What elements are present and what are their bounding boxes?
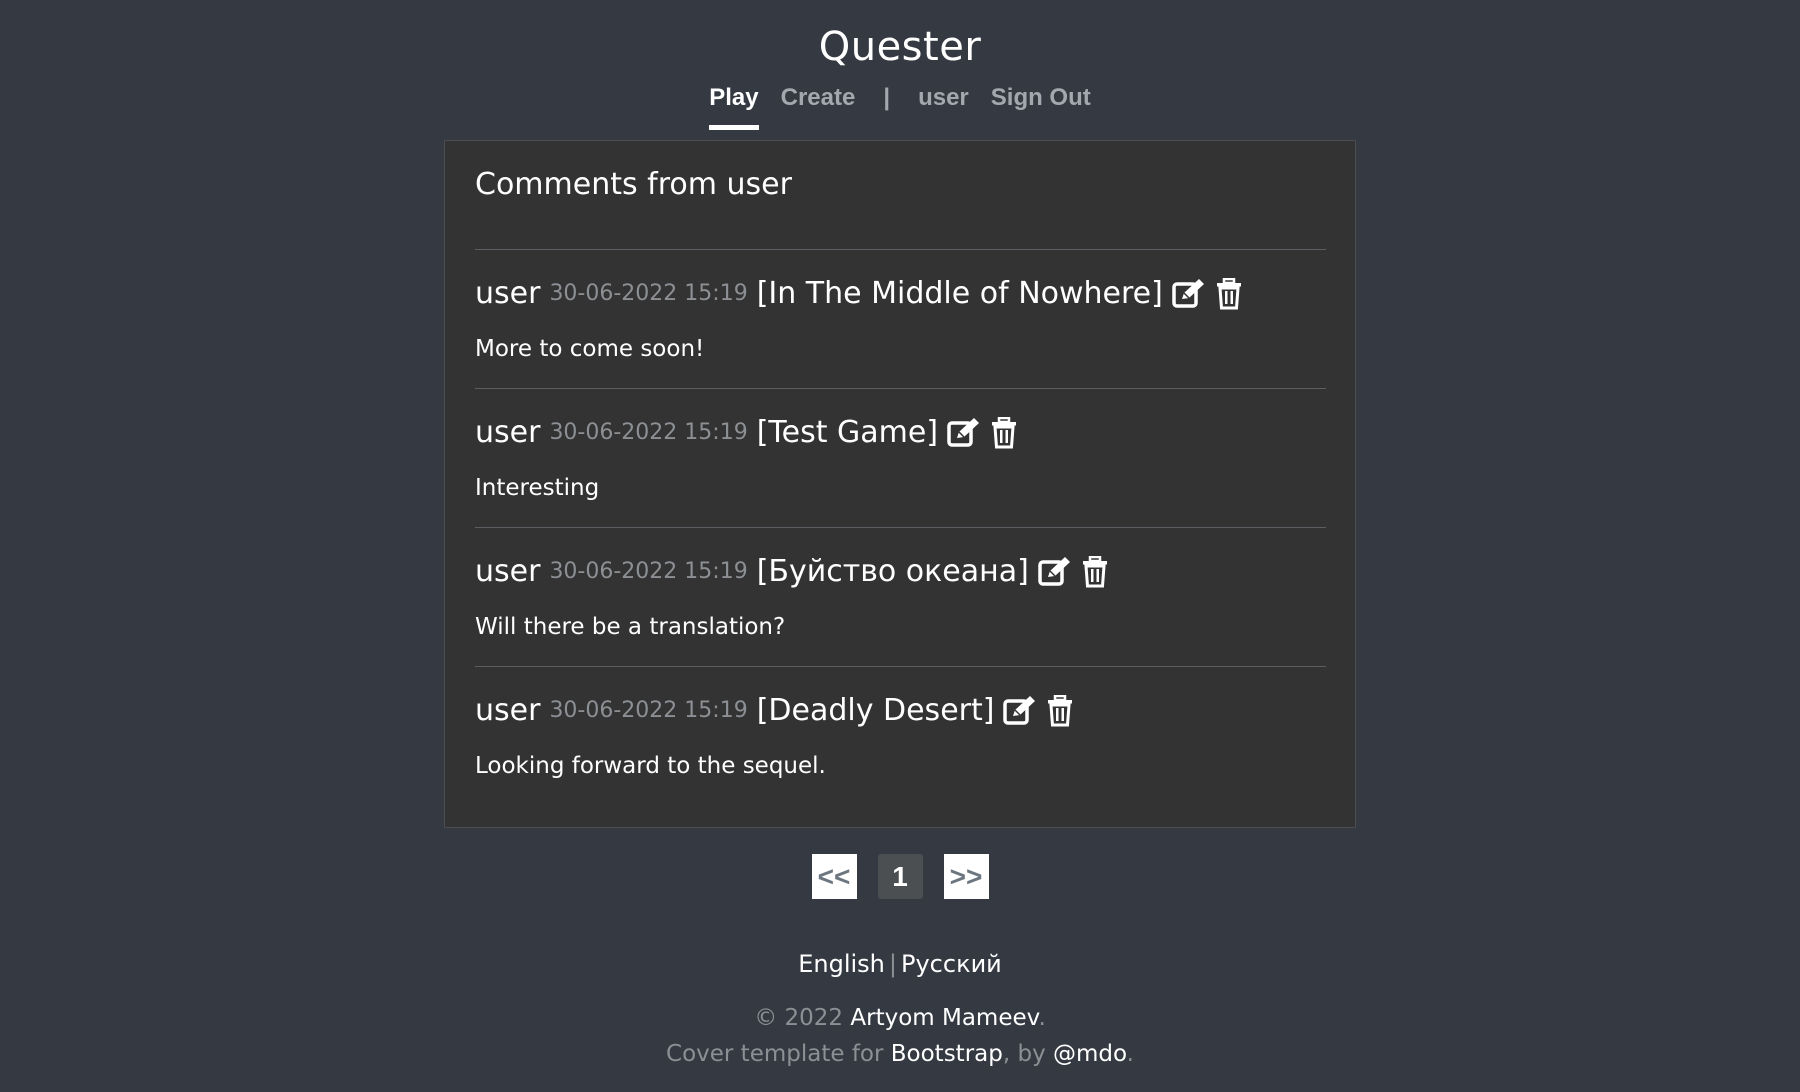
comment-date: 30-06-2022 15:19 (549, 559, 748, 584)
comment-author[interactable]: user (475, 276, 540, 311)
trash-icon[interactable] (1081, 555, 1109, 588)
comment-text: More to come soon! (475, 336, 705, 362)
next-page-button[interactable]: >> (943, 854, 989, 899)
comment-date: 30-06-2022 15:19 (549, 698, 748, 723)
comment-date: 30-06-2022 15:19 (549, 420, 748, 445)
lang-russian-link[interactable]: Русский (901, 950, 1002, 978)
comment-date: 30-06-2022 15:19 (549, 281, 748, 306)
trash-icon[interactable] (1215, 277, 1243, 310)
comment-text: Will there be a translation? (475, 614, 786, 640)
nav-sign-out[interactable]: Sign Out (991, 84, 1091, 122)
current-page[interactable]: 1 (877, 854, 923, 899)
trash-icon[interactable] (990, 416, 1018, 449)
copyright-period: . (1038, 1005, 1046, 1031)
nav-play[interactable]: Play (709, 84, 760, 130)
comment-item: user 30-06-2022 15:19 [Буйство океана] W… (475, 527, 1326, 667)
comment-author[interactable]: user (475, 415, 540, 450)
edit-icon[interactable] (946, 417, 982, 449)
comment-author[interactable]: user (475, 554, 540, 589)
main-nav: Play Create | user Sign Out (0, 84, 1800, 130)
template-credit-line: Cover template for Bootstrap, by @mdo. (0, 1036, 1800, 1072)
page-title: Comments from user (475, 167, 792, 202)
comment-game-link[interactable]: [Test Game] (757, 415, 938, 450)
comment-game-link[interactable]: [Deadly Desert] (757, 693, 995, 728)
comment-author[interactable]: user (475, 693, 540, 728)
trash-icon[interactable] (1046, 694, 1074, 727)
prev-page-button[interactable]: << (811, 854, 857, 899)
comment-item: user 30-06-2022 15:19 [Deadly Desert] Lo… (475, 666, 1326, 806)
comment-item: user 30-06-2022 15:19 [In The Middle of … (475, 249, 1326, 389)
credit-end: . (1126, 1041, 1134, 1067)
comment-item: user 30-06-2022 15:19 [Test Game] Intere… (475, 388, 1326, 528)
edit-icon[interactable] (1037, 556, 1073, 588)
mdo-link[interactable]: @mdo (1053, 1041, 1127, 1067)
author-link[interactable]: Artyom Mameev (850, 1005, 1038, 1031)
bootstrap-link[interactable]: Bootstrap (891, 1041, 1003, 1067)
copyright-line: © 2022 Artyom Mameev. (0, 1000, 1800, 1036)
comment-game-link[interactable]: [Буйство океана] (757, 554, 1029, 589)
copyright-prefix: © 2022 (754, 1005, 851, 1031)
nav-create[interactable]: Create (781, 84, 856, 122)
app-title: Quester (818, 24, 982, 70)
pagination: << 1 >> (0, 854, 1800, 899)
template-prefix: Cover template for (666, 1041, 891, 1067)
footer: © 2022 Artyom Mameev. Cover template for… (0, 1000, 1800, 1072)
comment-text: Looking forward to the sequel. (475, 753, 826, 779)
comment-game-link[interactable]: [In The Middle of Nowhere] (757, 276, 1163, 311)
comment-text: Interesting (475, 475, 600, 501)
nav-separator: | (883, 84, 891, 111)
edit-icon[interactable] (1171, 278, 1207, 310)
edit-icon[interactable] (1002, 695, 1038, 727)
language-switcher: English | Русский (0, 950, 1800, 978)
comments-card: Comments from user user 30-06-2022 15:19… (444, 140, 1356, 828)
credit-by: , by (1002, 1041, 1053, 1067)
nav-user[interactable]: user (918, 84, 969, 122)
lang-english-link[interactable]: English (798, 950, 885, 978)
lang-separator: | (888, 950, 897, 978)
